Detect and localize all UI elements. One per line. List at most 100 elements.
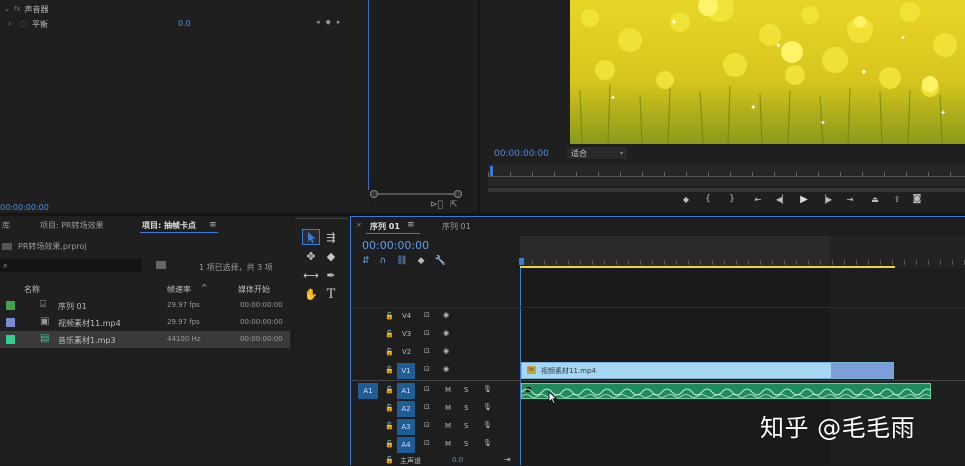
microphone-icon[interactable]: 🎙 [483,403,492,411]
ripple-edit-tool[interactable]: ✥ [302,248,320,264]
track-label-v3[interactable]: V3 [402,330,411,338]
track-label-a2[interactable]: A2 [397,401,415,417]
effect-row-audio[interactable]: ⌄ fx 声音器 [4,3,48,15]
stopwatch-icon[interactable]: ◌ [20,19,27,28]
project-search-input[interactable]: ⌕ [0,259,142,272]
track-label-a4[interactable]: A4 [397,437,415,453]
camera-icon[interactable]: ◙ [908,194,926,204]
filter-icon[interactable]: ⊳⃒ [430,200,443,210]
chevron-right-icon[interactable]: › [8,19,11,28]
program-playhead[interactable] [490,166,493,176]
eye-icon[interactable]: ◉ [443,329,449,337]
panel-menu-icon[interactable]: ≡ [209,220,217,230]
step-back-icon[interactable]: ◀▏ [772,195,792,204]
microphone-icon[interactable]: 🎙 [483,421,492,429]
track-label-v4[interactable]: V4 [402,312,411,320]
solo-button[interactable]: S [464,422,468,430]
sync-icon[interactable]: ⊡ [424,365,430,373]
mark-in-icon[interactable]: { [696,194,720,204]
video-clip[interactable]: fx 视频素材11.mp4 [521,362,894,379]
eye-icon[interactable]: ◉ [443,311,449,319]
sort-ascending-icon[interactable]: ^ [201,283,208,292]
go-to-out-icon[interactable]: ⇥ [836,195,864,204]
panel-menu-icon[interactable]: ≡ [407,220,415,230]
audio-clip[interactable] [521,383,931,399]
mute-button[interactable]: M [445,422,451,430]
export-icon[interactable]: ⇱ [450,200,458,210]
selection-tool[interactable] [302,229,320,245]
master-value[interactable]: 0.0 [452,456,463,464]
sync-icon[interactable]: ⊡ [424,311,430,319]
mark-out-icon[interactable]: } [720,194,744,204]
lock-icon[interactable]: 🔓 [385,348,394,356]
solo-button[interactable]: S [464,440,468,448]
project-item-sequence[interactable]: ⌸ 序列 01 29.97 fps 00:00:00:00 [0,297,290,314]
hand-tool[interactable]: ✋ [302,286,320,302]
solo-button[interactable]: S [464,404,468,412]
eye-icon[interactable]: ◉ [443,347,449,355]
track-label-a1[interactable]: A1 [397,383,415,399]
step-forward-icon[interactable]: ▕▶ [816,195,836,204]
eye-icon[interactable]: ◉ [443,365,449,373]
nest-icon[interactable]: ⇵ [362,256,370,266]
marker-icon[interactable]: ◆ [676,195,696,204]
effect-row-balance[interactable]: › ◌ 平衡 0.0 ◂◆▸ [8,18,363,31]
playhead-marker[interactable] [519,258,524,265]
tab-project-pr[interactable]: 项目: PR转场效果 [40,220,104,231]
extract-icon[interactable]: ⇪ [886,195,908,204]
slip-tool[interactable]: ⟷ [302,267,320,283]
project-item-audio[interactable]: ▤ 音乐素材1.mp3 44100 Hz 00:00:00:00 [0,331,290,348]
col-header-fps[interactable]: 帧速率 [167,284,191,295]
effect-timecode[interactable]: 00:00:00:00 [0,203,49,212]
linked-selection-icon[interactable]: ⛓ [396,256,407,266]
source-patch-a1[interactable]: A1 [358,383,378,399]
play-icon[interactable]: ▶ [792,194,816,205]
col-header-name[interactable]: 名称 [24,284,40,295]
program-time-ruler[interactable] [488,164,965,186]
mute-button[interactable]: M [445,404,451,412]
col-header-start[interactable]: 媒体开始 [238,284,270,295]
add-marker-icon[interactable]: ◆ [418,256,425,266]
keyframe-nav[interactable]: ◂◆▸ [316,18,346,26]
tab-project-chouzhen[interactable]: 项目: 抽帧卡点 [142,220,196,231]
lock-icon[interactable]: 🔓 [385,330,394,338]
wrench-icon[interactable]: 🔧 [435,256,446,266]
tab-library[interactable]: 库 [2,220,10,231]
snap-icon[interactable]: ∩ [380,256,387,266]
project-item-video[interactable]: ▣ 视频素材11.mp4 29.97 fps 00:00:00:00 [0,314,290,331]
go-to-end-icon[interactable]: ⇥ [504,455,511,464]
microphone-icon[interactable]: 🎙 [483,439,492,447]
lock-icon[interactable]: 🔓 [385,386,394,394]
balance-value[interactable]: 0.0 [178,19,191,28]
lift-icon[interactable]: ⏏ [864,195,886,204]
solo-button[interactable]: S [464,386,468,394]
microphone-icon[interactable]: 🎙 [483,385,492,393]
tab-sequence-other[interactable]: 序列 01 [442,221,471,232]
pen-tool[interactable]: ✒ [322,267,340,283]
type-tool[interactable]: T [322,286,340,302]
lock-icon[interactable]: 🔓 [385,404,394,412]
timeline-ruler[interactable] [519,236,965,268]
sync-icon[interactable]: ⊡ [424,421,430,429]
close-icon[interactable]: × [356,221,362,229]
track-label-v1[interactable]: V1 [397,363,415,379]
lock-icon[interactable]: 🔓 [385,440,394,448]
tab-sequence-active[interactable]: 序列 01 [370,221,400,232]
effect-scroll-bar[interactable] [370,190,462,198]
mute-button[interactable]: M [445,386,451,394]
sync-icon[interactable]: ⊡ [424,403,430,411]
sync-icon[interactable]: ⊡ [424,385,430,393]
lock-icon[interactable]: 🔓 [385,366,394,374]
fit-dropdown[interactable]: 适合 ▾ [567,147,627,159]
new-bin-icon[interactable] [156,261,166,269]
razor-tool[interactable]: ◆ [322,248,340,264]
track-select-tool[interactable]: ⇶ [322,229,340,245]
track-label-a3[interactable]: A3 [397,419,415,435]
lock-icon[interactable]: 🔓 [385,422,394,430]
program-timecode[interactable]: 00:00:00:00 [494,149,549,159]
sync-icon[interactable]: ⊡ [424,329,430,337]
track-label-v2[interactable]: V2 [402,348,411,356]
go-to-in-icon[interactable]: ⇤ [744,195,772,204]
chevron-down-icon[interactable]: ⌄ [4,5,10,13]
lock-icon[interactable]: 🔓 [385,456,394,464]
